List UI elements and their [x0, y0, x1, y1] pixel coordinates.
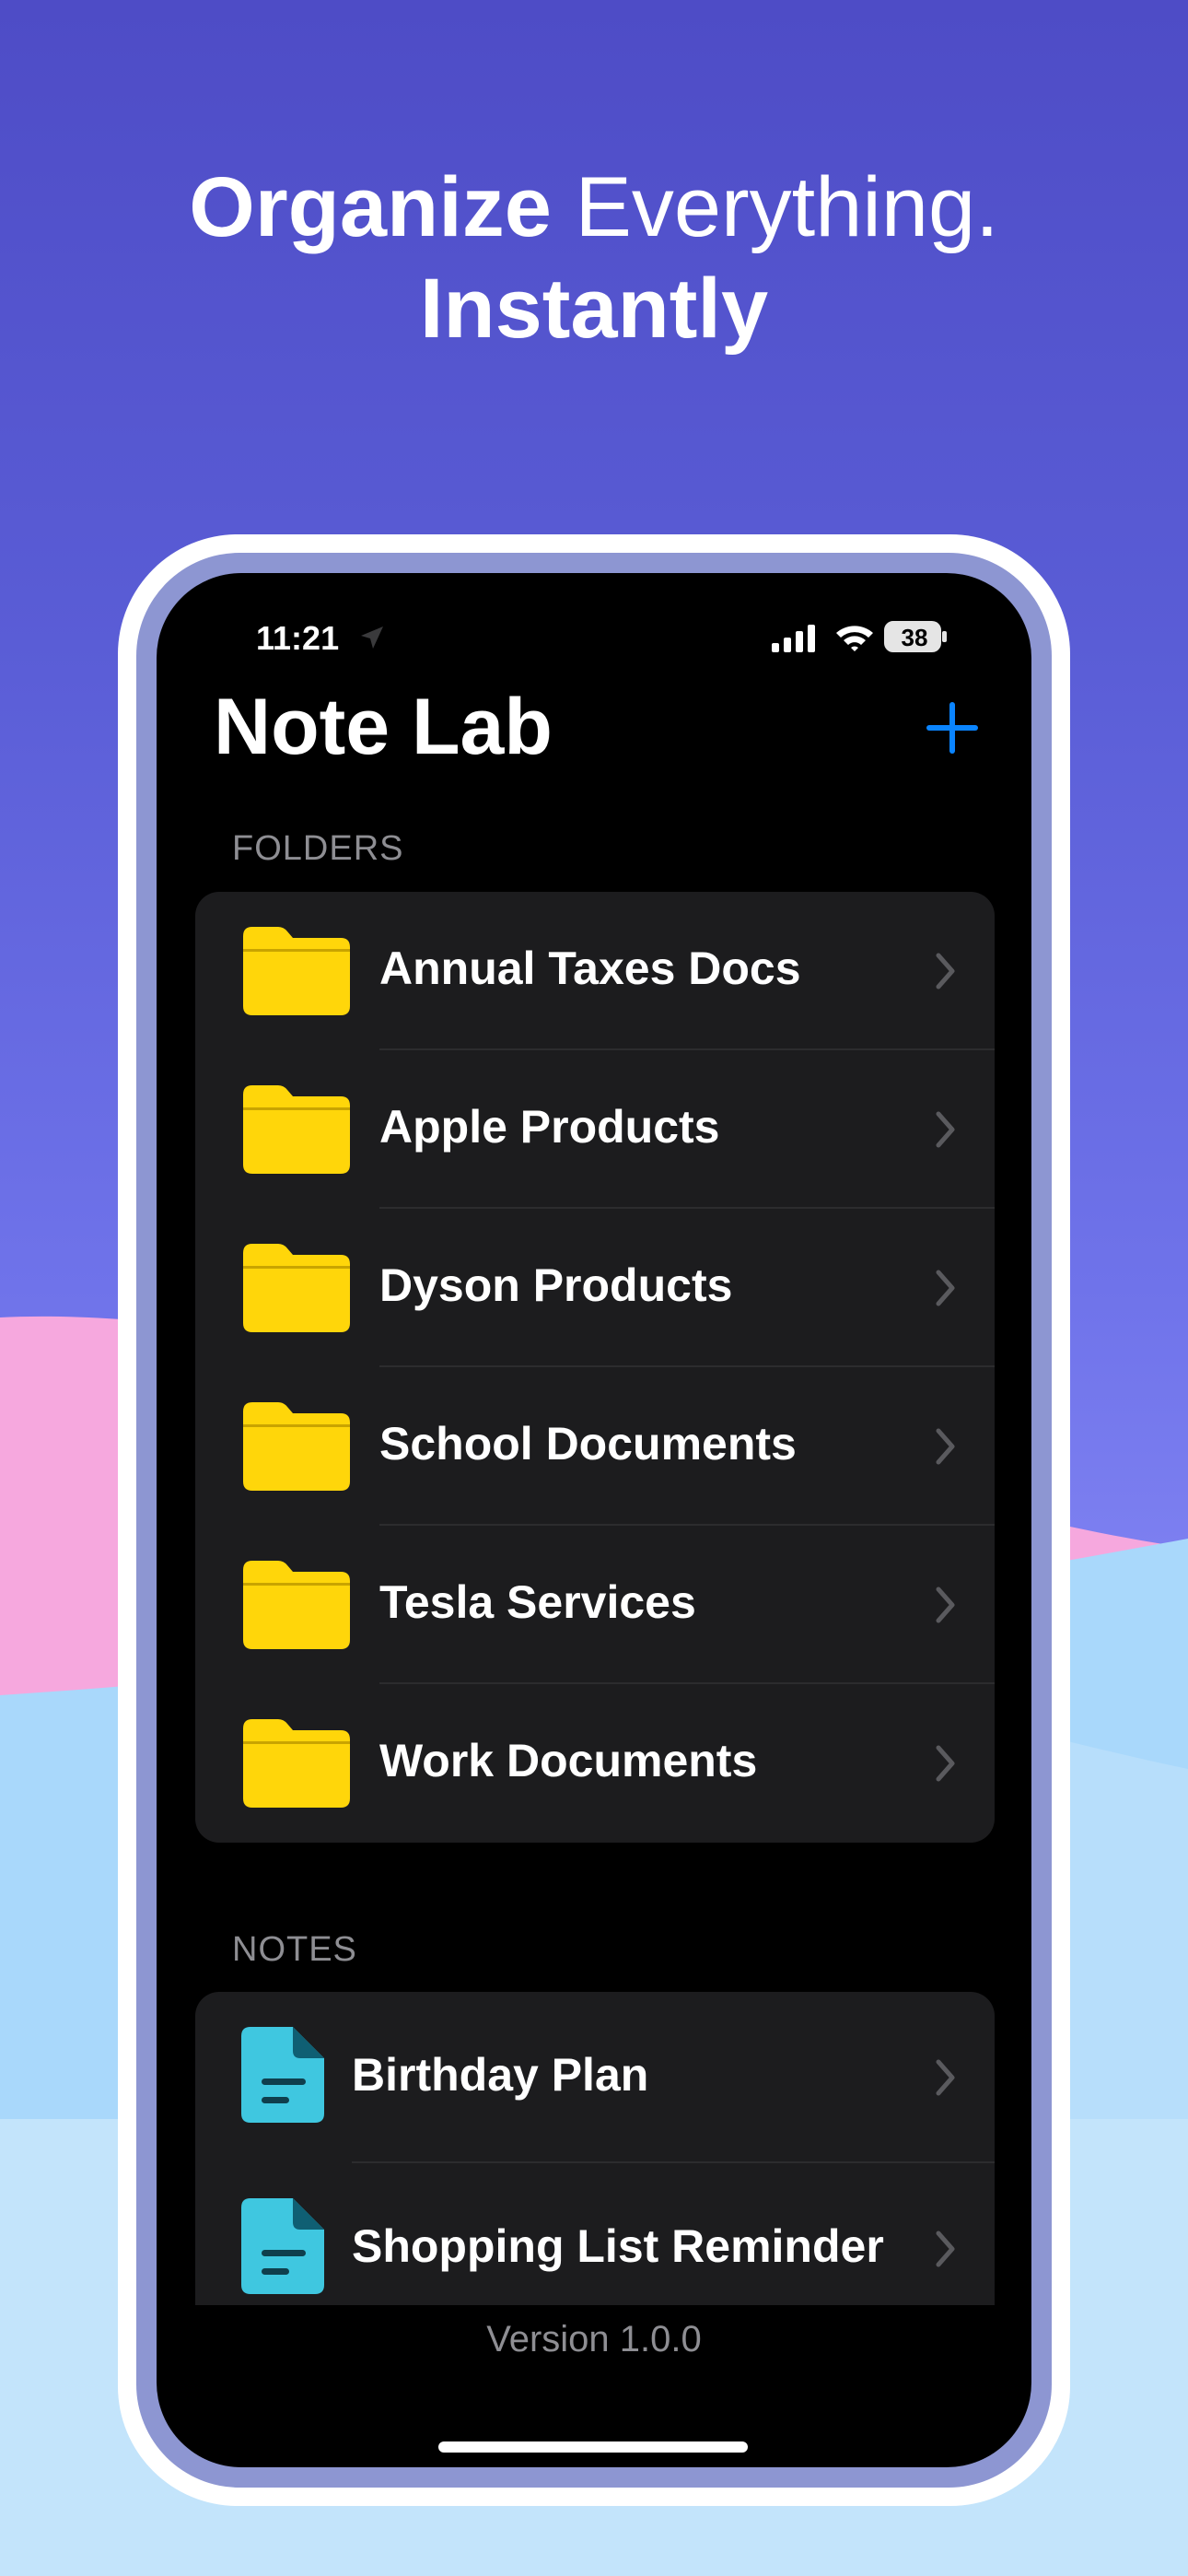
folder-icon	[243, 1085, 350, 1174]
home-indicator[interactable]	[438, 2441, 748, 2453]
battery-level: 38	[901, 624, 928, 651]
version-label: Version 1.0.0	[486, 2319, 702, 2359]
folder-icon	[243, 1561, 350, 1649]
phone-screen: 11:21 38 Note Lab FOLDERS Annual Taxes D…	[157, 573, 1031, 2467]
headline-word-organize: Organize	[189, 160, 552, 254]
folder-label: Apple Products	[379, 1101, 720, 1153]
note-label: Shopping List Reminder	[352, 2220, 884, 2272]
folder-row-dyson-products[interactable]: Dyson Products	[195, 1209, 995, 1367]
folder-icon	[243, 1244, 350, 1332]
folder-label: Dyson Products	[379, 1259, 733, 1311]
folder-label: Tesla Services	[379, 1576, 696, 1628]
notes-section-header: NOTES	[232, 1930, 357, 1969]
wifi-icon	[836, 626, 873, 651]
headline-word-everything: Everything.	[551, 160, 999, 254]
folders-section-header: FOLDERS	[232, 829, 404, 868]
notes-list: Birthday Plan Shopping List Reminder	[195, 1992, 995, 2305]
chevron-right-icon	[936, 2231, 955, 2267]
chevron-right-icon	[936, 1745, 955, 1782]
folder-row-apple-products[interactable]: Apple Products	[195, 1050, 995, 1209]
phone-frame: 11:21 38 Note Lab FOLDERS Annual Taxes D…	[118, 534, 1070, 2506]
chevron-right-icon	[936, 1587, 955, 1623]
status-time: 11:21	[256, 619, 340, 657]
folder-row-work-documents[interactable]: Work Documents	[195, 1684, 995, 1843]
note-row-shopping-list-reminder[interactable]: Shopping List Reminder	[195, 2163, 995, 2305]
chevron-right-icon	[936, 1270, 955, 1306]
chevron-right-icon	[936, 2059, 955, 2096]
folder-row-tesla-services[interactable]: Tesla Services	[195, 1526, 995, 1684]
cellular-signal-icon	[772, 625, 815, 652]
document-icon	[241, 2027, 324, 2123]
folder-row-school-documents[interactable]: School Documents	[195, 1367, 995, 1526]
headline-word-instantly: Instantly	[419, 262, 769, 356]
folder-icon	[243, 927, 350, 1015]
folder-icon	[243, 1719, 350, 1808]
folder-icon	[243, 1402, 350, 1491]
headline: Organize Everything. Instantly	[0, 157, 1188, 359]
note-label: Birthday Plan	[352, 2049, 649, 2101]
folder-label: School Documents	[379, 1418, 797, 1469]
add-button[interactable]	[925, 700, 980, 755]
folder-label: Work Documents	[379, 1735, 758, 1786]
folders-list: Annual Taxes Docs Apple Products Dyson P	[195, 892, 995, 1843]
chevron-right-icon	[936, 1111, 955, 1148]
page-title: Note Lab	[214, 683, 553, 771]
location-arrow-icon	[361, 626, 383, 649]
folder-label: Annual Taxes Docs	[379, 943, 801, 994]
status-bar: 11:21 38	[157, 619, 1031, 657]
document-icon	[241, 2198, 324, 2294]
plus-icon	[926, 702, 978, 754]
chevron-right-icon	[936, 953, 955, 989]
folder-row-annual-taxes-docs[interactable]: Annual Taxes Docs	[195, 892, 995, 1050]
chevron-right-icon	[936, 1428, 955, 1465]
note-row-birthday-plan[interactable]: Birthday Plan	[195, 1992, 995, 2163]
